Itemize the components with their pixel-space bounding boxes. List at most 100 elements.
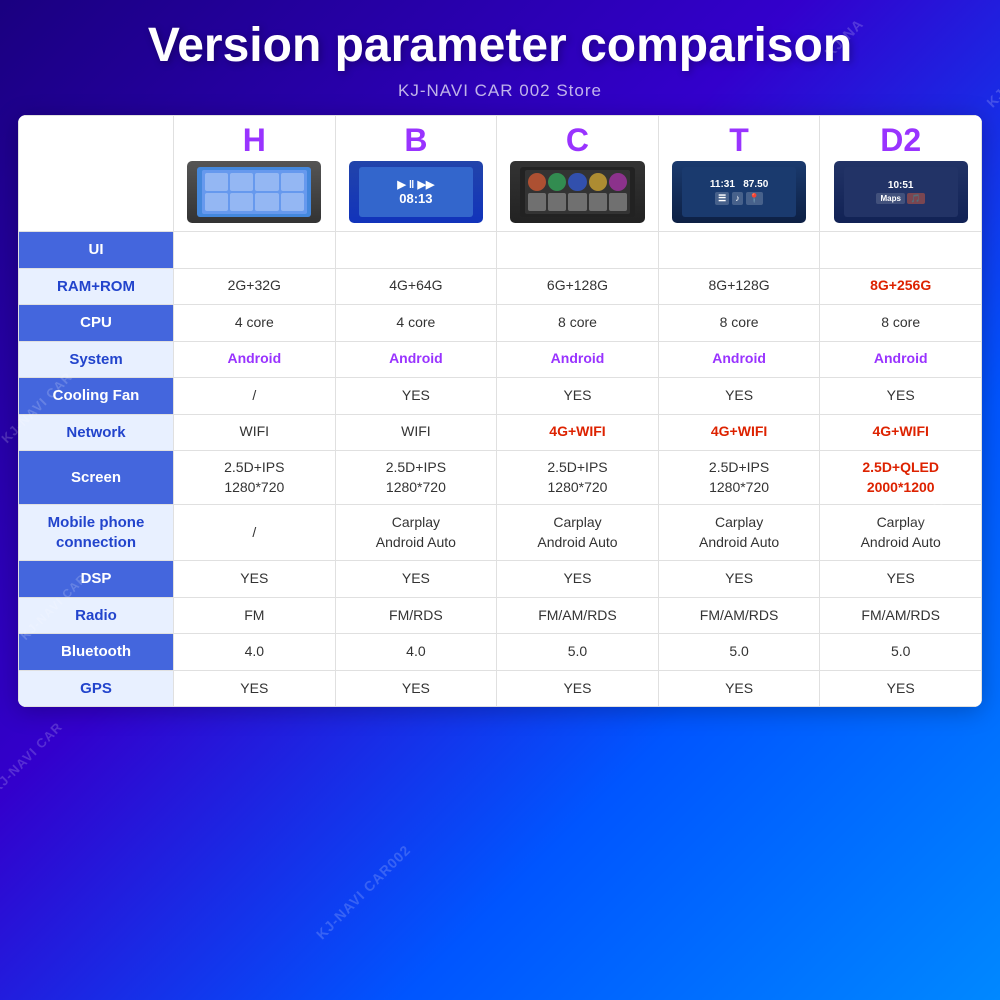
data-cell: YES [497, 378, 659, 415]
data-cell: / [174, 505, 336, 561]
data-cell: Android [174, 341, 336, 378]
data-cell: WIFI [335, 414, 497, 451]
data-cell: 4G+64G [335, 268, 497, 305]
data-cell: YES [820, 378, 982, 415]
data-cell: Carplay Android Auto [335, 505, 497, 561]
table-row: Mobile phone connection/Carplay Android … [19, 505, 982, 561]
data-cell: YES [658, 378, 820, 415]
table-row: Bluetooth4.04.05.05.05.0 [19, 634, 982, 671]
ui-cell [174, 232, 336, 269]
ui-cell [820, 232, 982, 269]
table-row: DSPYESYESYESYESYES [19, 561, 982, 598]
header-h: H [174, 116, 336, 232]
table-row: UI [19, 232, 982, 269]
data-cell: 4 core [335, 305, 497, 342]
device-image-d2: 10:51 Maps 🎵 [834, 161, 968, 223]
data-cell: WIFI [174, 414, 336, 451]
header-row: H B ▶ [19, 116, 982, 232]
table-row: Cooling Fan/YESYESYESYES [19, 378, 982, 415]
data-cell: / [174, 378, 336, 415]
data-cell: 8 core [497, 305, 659, 342]
data-cell: Android [335, 341, 497, 378]
header-d2: D2 10:51 Maps 🎵 [820, 116, 982, 232]
data-cell: Carplay Android Auto [658, 505, 820, 561]
data-cell: 4 core [174, 305, 336, 342]
comparison-table-container: H B ▶ [18, 115, 982, 707]
data-cell: 8G+256G [820, 268, 982, 305]
row-label: System [19, 341, 174, 378]
header-label-cell [19, 116, 174, 232]
row-label: CPU [19, 305, 174, 342]
row-label: Mobile phone connection [19, 505, 174, 561]
data-cell: YES [658, 561, 820, 598]
row-label: Radio [19, 597, 174, 634]
row-label: RAM+ROM [19, 268, 174, 305]
header-b: B ▶ ‖ ▶▶ 08:13 [335, 116, 497, 232]
data-cell: YES [174, 561, 336, 598]
version-c-label: C [501, 122, 654, 159]
data-cell: YES [335, 378, 497, 415]
data-cell: 4.0 [335, 634, 497, 671]
data-cell: 4.0 [174, 634, 336, 671]
data-cell: 8 core [820, 305, 982, 342]
table-row: CPU4 core4 core8 core8 core8 core [19, 305, 982, 342]
data-cell: FM/AM/RDS [658, 597, 820, 634]
version-t-label: T [663, 122, 816, 159]
row-label: Screen [19, 451, 174, 505]
data-cell: YES [335, 670, 497, 707]
row-label: GPS [19, 670, 174, 707]
data-cell: Android [497, 341, 659, 378]
row-label: Bluetooth [19, 634, 174, 671]
data-cell: 2.5D+QLED 2000*1200 [820, 451, 982, 505]
data-cell: YES [820, 670, 982, 707]
data-cell: YES [497, 561, 659, 598]
device-image-b: ▶ ‖ ▶▶ 08:13 [349, 161, 483, 223]
data-cell: YES [335, 561, 497, 598]
data-cell: FM [174, 597, 336, 634]
device-image-h [187, 161, 321, 223]
header-t: T 11:31 87.50 ☰ ♪ 📍 [658, 116, 820, 232]
data-cell: FM/AM/RDS [820, 597, 982, 634]
data-cell: YES [174, 670, 336, 707]
data-cell: 2.5D+IPS 1280*720 [658, 451, 820, 505]
table-row: GPSYESYESYESYESYES [19, 670, 982, 707]
data-cell: 5.0 [820, 634, 982, 671]
table-row: NetworkWIFIWIFI4G+WIFI4G+WIFI4G+WIFI [19, 414, 982, 451]
page-title: Version parameter comparison [0, 0, 1000, 81]
ui-cell [335, 232, 497, 269]
ui-cell [497, 232, 659, 269]
data-cell: 2.5D+IPS 1280*720 [174, 451, 336, 505]
version-h-label: H [178, 122, 331, 159]
data-cell: Android [820, 341, 982, 378]
comparison-table: H B ▶ [18, 115, 982, 707]
device-image-c [510, 161, 644, 223]
table-body: UIRAM+ROM2G+32G4G+64G6G+128G8G+128G8G+25… [19, 232, 982, 707]
data-cell: 2G+32G [174, 268, 336, 305]
header-c: C [497, 116, 659, 232]
store-name: KJ-NAVI CAR 002 Store [0, 81, 1000, 101]
device-image-t: 11:31 87.50 ☰ ♪ 📍 [672, 161, 806, 223]
data-cell: 2.5D+IPS 1280*720 [335, 451, 497, 505]
row-label: Network [19, 414, 174, 451]
data-cell: FM/RDS [335, 597, 497, 634]
data-cell: Carplay Android Auto [497, 505, 659, 561]
data-cell: Carplay Android Auto [820, 505, 982, 561]
version-d2-label: D2 [824, 122, 977, 159]
version-b-label: B [340, 122, 493, 159]
row-label: Cooling Fan [19, 378, 174, 415]
data-cell: 6G+128G [497, 268, 659, 305]
table-row: SystemAndroidAndroidAndroidAndroidAndroi… [19, 341, 982, 378]
ui-cell [658, 232, 820, 269]
data-cell: 4G+WIFI [658, 414, 820, 451]
data-cell: 8 core [658, 305, 820, 342]
row-label: UI [19, 232, 174, 269]
data-cell: YES [658, 670, 820, 707]
data-cell: Android [658, 341, 820, 378]
data-cell: 4G+WIFI [497, 414, 659, 451]
data-cell: 8G+128G [658, 268, 820, 305]
row-label: DSP [19, 561, 174, 598]
data-cell: YES [820, 561, 982, 598]
data-cell: 5.0 [497, 634, 659, 671]
table-row: RAM+ROM2G+32G4G+64G6G+128G8G+128G8G+256G [19, 268, 982, 305]
data-cell: FM/AM/RDS [497, 597, 659, 634]
